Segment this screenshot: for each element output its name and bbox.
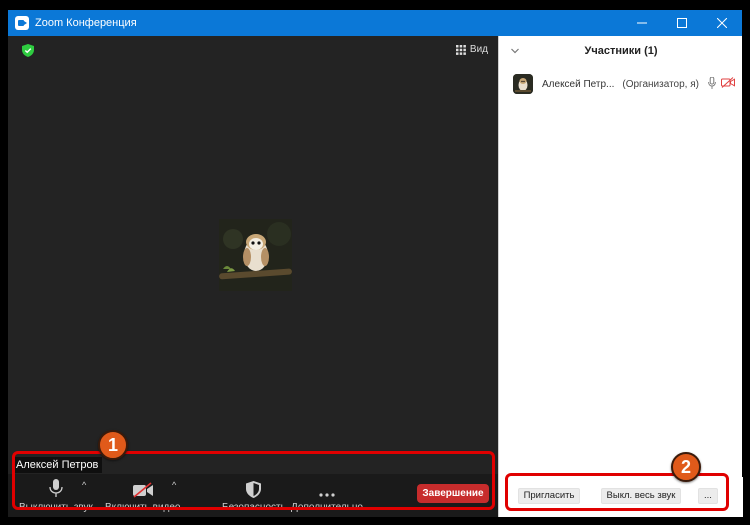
toolbar-highlight-box	[12, 451, 495, 510]
participants-header: Участники (1)	[499, 36, 743, 66]
window-title: Zoom Конференция	[35, 17, 137, 29]
participant-role: (Организатор, я)	[622, 78, 699, 90]
encryption-shield-icon[interactable]	[22, 44, 34, 62]
maximize-icon	[677, 18, 687, 28]
annotation-badge-2: 2	[671, 452, 701, 482]
view-button[interactable]: Вид	[455, 44, 488, 55]
owl-avatar-image	[219, 219, 292, 291]
participant-avatar-small	[513, 74, 533, 94]
close-button[interactable]	[702, 10, 742, 36]
participants-title: Участники (1)	[584, 45, 658, 57]
owl-avatar-icon	[513, 74, 533, 94]
collapse-chevron-down-icon[interactable]	[511, 45, 519, 57]
participant-video-off-icon	[721, 77, 735, 88]
window-controls	[622, 10, 742, 36]
participant-status-icons	[708, 77, 735, 89]
minimize-button[interactable]	[622, 10, 662, 36]
video-area: Вид Алексей Петров Выключить звук ^ Вклю…	[8, 36, 498, 517]
participant-row[interactable]: Алексей Петр... (Организатор, я)	[513, 74, 735, 94]
minimize-icon	[637, 22, 647, 24]
participant-avatar	[219, 219, 292, 291]
annotation-badge-1: 1	[98, 430, 128, 460]
title-bar: Zoom Конференция	[8, 10, 742, 36]
maximize-button[interactable]	[662, 10, 702, 36]
participant-microphone-icon	[708, 77, 716, 89]
view-label: Вид	[469, 44, 488, 55]
participant-name: Алексей Петр...	[542, 78, 615, 90]
close-icon	[717, 18, 727, 28]
zoom-app-icon	[15, 16, 29, 30]
grid-icon	[455, 44, 466, 55]
participants-panel: Участники (1) Алексей Петр... (Организат…	[498, 36, 743, 517]
